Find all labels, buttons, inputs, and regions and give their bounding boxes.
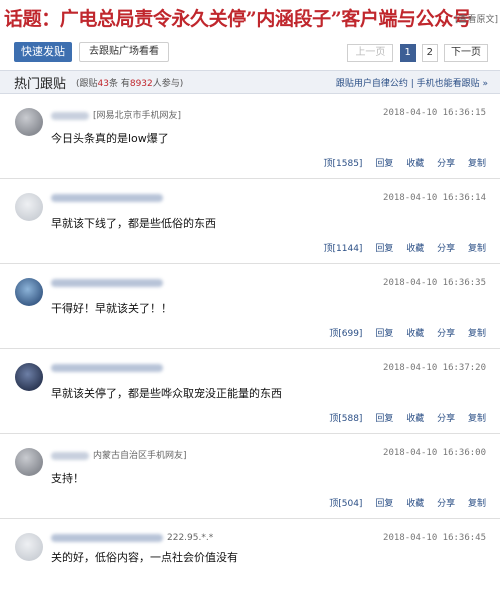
link-separator: |	[410, 79, 414, 89]
reply-button[interactable]: 回复	[375, 159, 393, 169]
blurred-username	[51, 363, 163, 372]
toolbar: 快速发贴 去跟贴广场看看 上一页 1 2 下一页	[0, 38, 500, 66]
comment-actions: 顶[588] 回复 收藏 分享 复制	[319, 411, 486, 424]
prev-page-button[interactable]: 上一页	[347, 44, 394, 62]
share-button[interactable]: 分享	[437, 329, 455, 339]
comment-actions: 顶[1144] 回复 收藏 分享 复制	[314, 241, 487, 254]
collect-button[interactable]: 收藏	[406, 414, 424, 424]
avatar[interactable]	[15, 193, 43, 221]
share-button[interactable]: 分享	[437, 159, 455, 169]
comment-user[interactable]	[51, 278, 167, 288]
collect-button[interactable]: 收藏	[406, 159, 424, 169]
share-button[interactable]: 分享	[437, 499, 455, 509]
comment-time: 2018-04-10 16:36:45	[383, 533, 486, 543]
comment-item: [网易北京市手机网友] 2018-04-10 16:36:15 今日头条真的是l…	[0, 94, 500, 179]
comment-time: 2018-04-10 16:36:14	[383, 193, 486, 203]
section-title: 热门跟贴	[14, 77, 67, 92]
avatar[interactable]	[15, 533, 43, 561]
comment-user[interactable]	[51, 193, 167, 203]
comment-text: 早就该关停了，都是些哗众取宠没正能量的东西	[51, 387, 282, 400]
collect-button[interactable]: 收藏	[406, 499, 424, 509]
upvote-button[interactable]: 顶[1144]	[324, 244, 363, 254]
comment-text: 今日头条真的是low爆了	[51, 132, 169, 145]
pagination: 上一页 1 2 下一页	[344, 44, 488, 62]
upvote-button[interactable]: 顶[504]	[329, 499, 362, 509]
comment-user[interactable]: [网易北京市手机网友]	[51, 108, 181, 121]
hot-comments-header: 热门跟贴 (跟贴43条 有8932人参与) 跟贴用户自律公约 | 手机也能看跟贴…	[0, 70, 500, 94]
reply-button[interactable]: 回复	[375, 244, 393, 254]
collect-button[interactable]: 收藏	[406, 244, 424, 254]
comment-time: 2018-04-10 16:36:15	[383, 108, 486, 118]
reply-button[interactable]: 回复	[375, 499, 393, 509]
copy-button[interactable]: 复制	[468, 414, 486, 424]
avatar[interactable]	[15, 278, 43, 306]
user-location: [网易北京市手机网友]	[93, 111, 182, 121]
avatar[interactable]	[15, 448, 43, 476]
upvote-button[interactable]: 顶[1585]	[324, 159, 363, 169]
comment-text: 支持！	[51, 472, 84, 485]
reply-button[interactable]: 回复	[375, 414, 393, 424]
reply-button[interactable]: 回复	[375, 329, 393, 339]
comment-user[interactable]	[51, 363, 167, 373]
topic-header: 话题：广电总局责令永久关停”内涵段子”客户端与公众号 [查看原文]	[0, 0, 500, 34]
quick-post-button[interactable]: 快速发贴	[14, 42, 72, 62]
comment-text: 早就该下线了，都是些低俗的东西	[51, 217, 216, 230]
copy-button[interactable]: 复制	[468, 499, 486, 509]
avatar[interactable]	[15, 108, 43, 136]
stats-suffix: 人参与)	[152, 79, 184, 89]
mobile-view-link[interactable]: 手机也能看跟贴 »	[417, 79, 488, 89]
user-convention-link[interactable]: 跟贴用户自律公约	[336, 79, 408, 89]
comment-time: 2018-04-10 16:36:00	[383, 448, 486, 458]
comment-item: 内蒙古自治区手机网友] 2018-04-10 16:36:00 支持！ 顶[50…	[0, 434, 500, 519]
stats-prefix: (跟贴	[76, 79, 98, 89]
collect-button[interactable]: 收藏	[406, 329, 424, 339]
comment-user[interactable]: 222.95.*.*	[51, 533, 213, 543]
page-1-button[interactable]: 1	[399, 44, 416, 62]
next-page-button[interactable]: 下一页	[444, 44, 488, 62]
share-button[interactable]: 分享	[437, 244, 455, 254]
comment-text: 关的好，低俗内容，一点社会价值没有	[51, 551, 238, 564]
comment-text: 干得好！早就该关了！！	[51, 302, 172, 315]
blurred-username	[51, 111, 89, 120]
blurred-username	[51, 278, 163, 287]
copy-button[interactable]: 复制	[468, 159, 486, 169]
comment-item: 222.95.*.* 2018-04-10 16:36:45 关的好，低俗内容，…	[0, 519, 500, 603]
user-location: 内蒙古自治区手机网友]	[93, 451, 187, 461]
blurred-username	[51, 451, 89, 460]
topic-title: 话题：广电总局责令永久关停”内涵段子”客户端与公众号	[4, 8, 472, 30]
comment-item: 2018-04-10 16:36:35 干得好！早就该关了！！ 顶[699] 回…	[0, 264, 500, 349]
comment-item: 2018-04-10 16:37:20 早就该关停了，都是些哗众取宠没正能量的东…	[0, 349, 500, 434]
comment-time: 2018-04-10 16:36:35	[383, 278, 486, 288]
copy-button[interactable]: 复制	[468, 244, 486, 254]
share-button[interactable]: 分享	[437, 414, 455, 424]
upvote-button[interactable]: 顶[699]	[329, 329, 362, 339]
comment-time: 2018-04-10 16:37:20	[383, 363, 486, 373]
blurred-username	[51, 533, 163, 542]
stats-mid: 条 有	[108, 79, 130, 89]
comment-user[interactable]: 内蒙古自治区手机网友]	[51, 448, 187, 461]
upvote-button[interactable]: 顶[588]	[329, 414, 362, 424]
post-count: 43	[97, 79, 109, 89]
copy-button[interactable]: 复制	[468, 329, 486, 339]
view-original-link[interactable]: [查看原文]	[455, 12, 498, 25]
participant-count: 8932	[129, 79, 153, 89]
user-ip: 222.95.*.*	[167, 533, 214, 543]
comment-stats: (跟贴43条 有8932人参与)	[76, 76, 183, 89]
go-to-comment-plaza-button[interactable]: 去跟贴广场看看	[79, 42, 169, 62]
avatar[interactable]	[15, 363, 43, 391]
comment-actions: 顶[504] 回复 收藏 分享 复制	[319, 496, 486, 509]
page-2-button[interactable]: 2	[421, 44, 438, 62]
comment-item: 2018-04-10 16:36:14 早就该下线了，都是些低俗的东西 顶[11…	[0, 179, 500, 264]
comment-actions: 顶[699] 回复 收藏 分享 复制	[319, 326, 486, 339]
comment-actions: 顶[1585] 回复 收藏 分享 复制	[314, 156, 487, 169]
section-links: 跟贴用户自律公约 | 手机也能看跟贴 »	[336, 76, 488, 89]
blurred-username	[51, 193, 163, 202]
